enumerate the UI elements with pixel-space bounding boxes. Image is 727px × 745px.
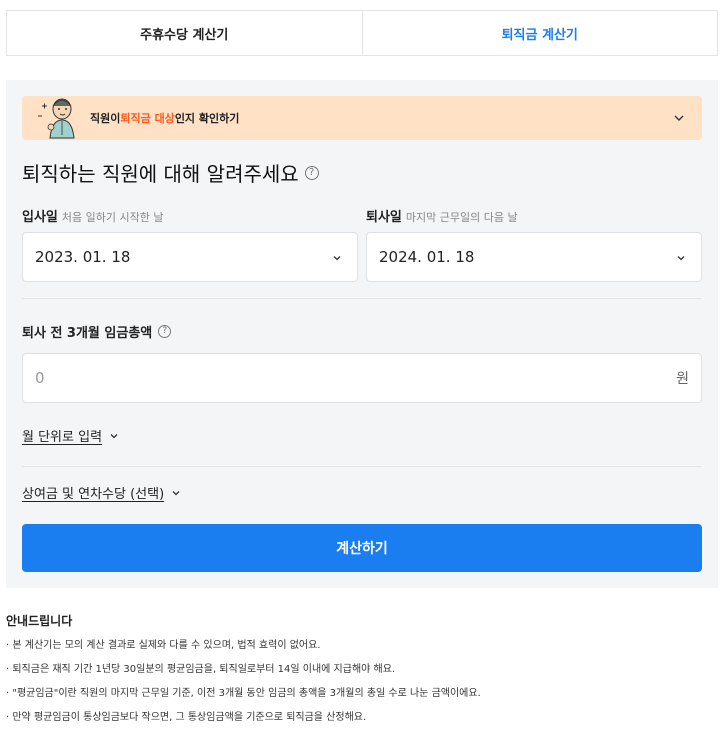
calculator-tabs: 주휴수당 계산기 퇴직금 계산기 — [6, 10, 718, 56]
calculate-button[interactable]: 계산하기 — [22, 524, 702, 572]
start-date-sublabel: 처음 일하기 시작한 날 — [61, 211, 164, 224]
monthly-input-toggle-text: 월 단위로 입력 — [22, 430, 103, 445]
banner-text-before: 직원이 — [90, 112, 121, 125]
banner-text: 직원이 퇴직금 대상 인지 확인하기 — [90, 96, 239, 140]
chevron-down-icon — [172, 490, 180, 495]
character-illustration-icon — [38, 98, 75, 139]
bonus-toggle[interactable]: 상여금 및 연차수당 (선택) — [22, 483, 182, 502]
divider — [22, 298, 702, 299]
notice-item: 본 계산기는 모의 계산 결과로 실제와 다를 수 있으며, 법적 효력이 없어… — [6, 639, 718, 663]
bonus-toggle-text: 상여금 및 연차수당 (선택) — [22, 487, 165, 502]
monthly-input-toggle[interactable]: 월 단위로 입력 — [22, 426, 120, 445]
tab-severance-pay[interactable]: 퇴직금 계산기 — [361, 11, 718, 55]
start-date-select[interactable]: 2023. 01. 18 — [22, 232, 358, 282]
start-date-label: 입사일 처음 일하기 시작한 날 — [22, 206, 163, 225]
notice-title: 안내드립니다 — [6, 614, 73, 628]
question-circle-icon[interactable]: ? — [304, 165, 319, 180]
wage-field: 원 — [22, 353, 702, 403]
form-heading-text: 퇴직하는 직원에 대해 알려주세요 — [22, 162, 299, 186]
notice-item: 퇴직금은 재직 기간 1년당 30일분의 평균임금을, 퇴직일로부터 14일 이… — [6, 663, 718, 687]
question-circle-icon[interactable]: ? — [158, 325, 172, 338]
notice-list: 본 계산기는 모의 계산 결과로 실제와 다를 수 있으며, 법적 효력이 없어… — [6, 639, 718, 735]
banner-highlight: 퇴직금 대상 — [120, 112, 175, 125]
end-date-label: 퇴사일 마지막 근무일의 다음 날 — [366, 206, 518, 225]
start-date-value: 2023. 01. 18 — [35, 248, 131, 266]
chevron-down-icon — [110, 433, 118, 438]
end-date-select[interactable]: 2024. 01. 18 — [366, 232, 702, 282]
end-date-sublabel: 마지막 근무일의 다음 날 — [405, 211, 518, 224]
banner-text-after: 인지 확인하기 — [174, 112, 240, 125]
notice-item: 만약 평균임금이 통상임금보다 작으면, 그 통상임금액을 기준으로 퇴직금을 … — [6, 711, 718, 735]
wage-label: 퇴사 전 3개월 임금총액 ? — [22, 322, 172, 341]
notice-item: "평균임금"이란 직원의 마지막 근무일 기준, 이전 3개월 동안 임금의 총… — [6, 687, 718, 711]
divider — [22, 466, 702, 467]
start-date-label-text: 입사일 — [22, 210, 58, 225]
wage-unit: 원 — [676, 371, 689, 387]
tab-weekly-holiday-pay[interactable]: 주휴수당 계산기 — [7, 11, 362, 55]
wage-label-text: 퇴사 전 3개월 임금총액 — [22, 326, 153, 341]
wage-input[interactable] — [35, 354, 635, 402]
chevron-down-icon — [677, 256, 685, 261]
notice-section: 안내드립니다 본 계산기는 모의 계산 결과로 실제와 다를 수 있으며, 법적… — [6, 612, 718, 735]
chevron-down-icon — [333, 256, 341, 261]
eligibility-banner[interactable]: 직원이 퇴직금 대상 인지 확인하기 — [22, 96, 702, 140]
chevron-down-icon — [674, 115, 684, 121]
end-date-value: 2024. 01. 18 — [379, 248, 475, 266]
calculator-panel: 직원이 퇴직금 대상 인지 확인하기 퇴직하는 직원에 대해 알려주세요 ? 입사… — [6, 80, 718, 588]
end-date-label-text: 퇴사일 — [366, 210, 402, 225]
form-heading: 퇴직하는 직원에 대해 알려주세요 ? — [22, 158, 319, 187]
